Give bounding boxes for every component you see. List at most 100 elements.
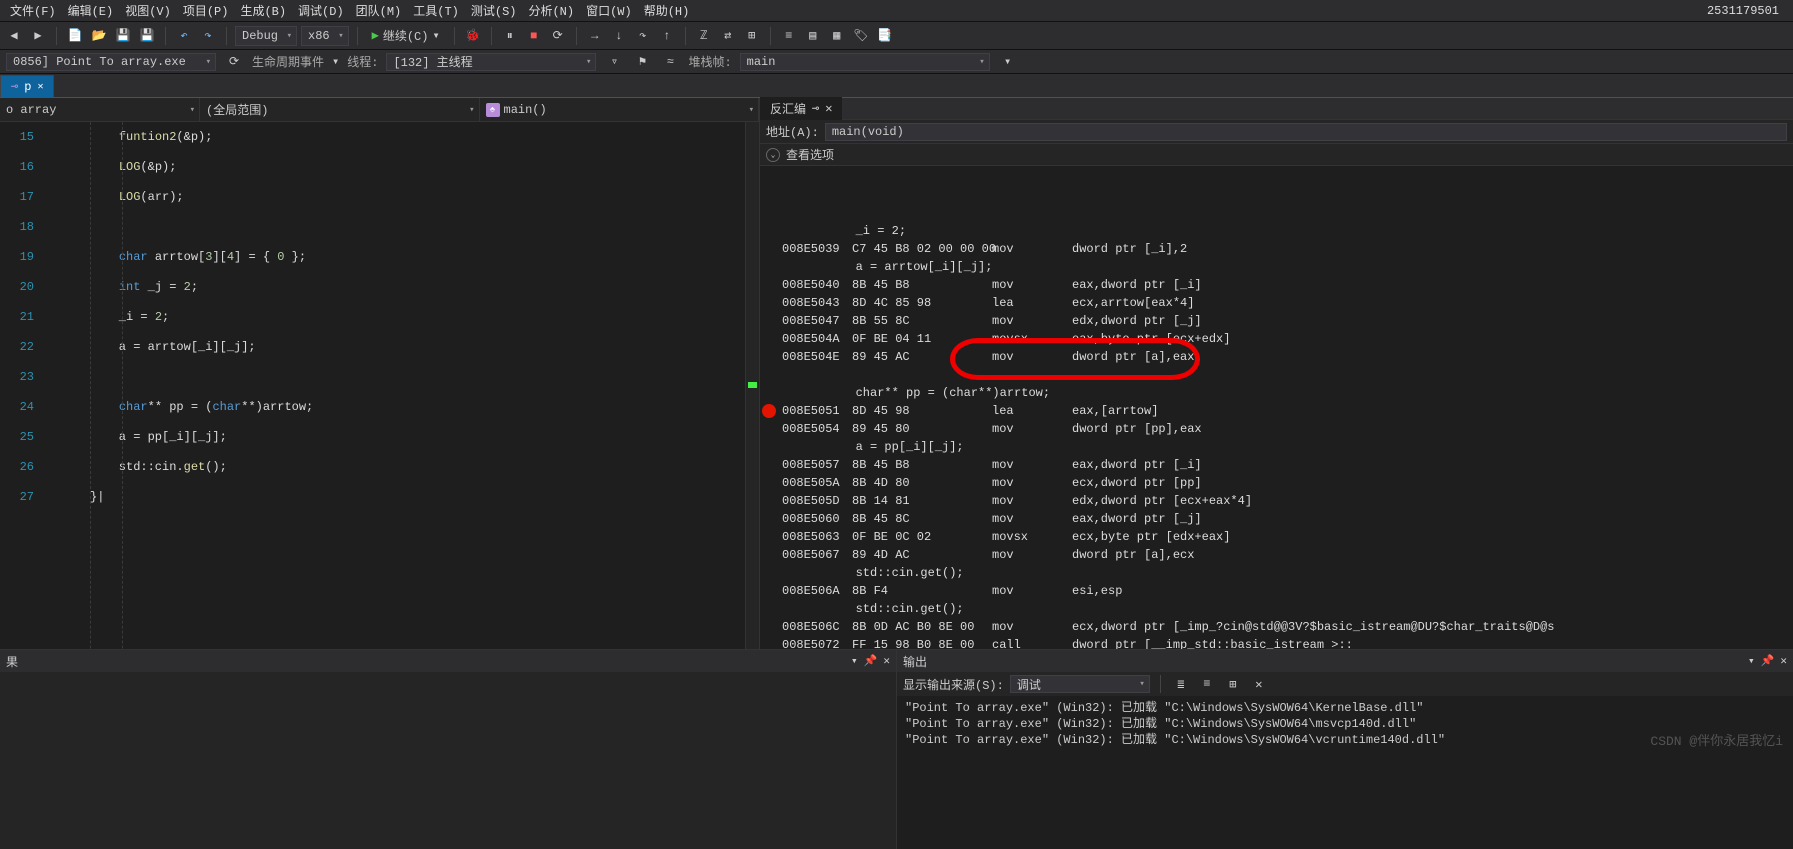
menu-window[interactable]: 窗口(W)	[580, 0, 638, 21]
lifecycle-label: 生命周期事件	[252, 53, 324, 70]
debug-icon[interactable]: 🐞	[463, 26, 483, 46]
document-tab-label: p	[24, 80, 31, 94]
menu-tools[interactable]: 工具(T)	[407, 0, 465, 21]
filter-icon[interactable]: ▿	[604, 52, 624, 72]
platform-combo[interactable]: x86	[301, 26, 349, 46]
disassembly-address-bar: 地址(A):	[760, 120, 1793, 144]
save-icon[interactable]: 💾	[113, 26, 133, 46]
menu-edit[interactable]: 编辑(E)	[62, 0, 120, 21]
menu-analyze[interactable]: 分析(N)	[522, 0, 580, 21]
panel-title-bar: 输出 ▾ 📌 ✕	[897, 650, 1793, 672]
undo-icon[interactable]: ↶	[174, 26, 194, 46]
separator	[770, 27, 771, 45]
tool-icon[interactable]: ≣	[1171, 674, 1191, 694]
step-next-icon[interactable]: →	[585, 26, 605, 46]
step-into-icon[interactable]: ↓	[609, 26, 629, 46]
menu-view[interactable]: 视图(V)	[119, 0, 177, 21]
back-icon[interactable]: ◀	[4, 26, 24, 46]
disassembly-tab[interactable]: 反汇编 ⊸ ✕	[760, 97, 842, 120]
clear-icon[interactable]: ✕	[1249, 674, 1269, 694]
menu-project[interactable]: 项目(P)	[177, 0, 235, 21]
continue-button[interactable]: ▶继续(C) ▾	[366, 26, 446, 46]
bookmark-icon[interactable]: 🏷	[851, 26, 871, 46]
pin-icon[interactable]: ⊸	[812, 101, 819, 116]
disassembly-tab-label: 反汇编	[770, 100, 806, 117]
tool-icon[interactable]: ≡	[779, 26, 799, 46]
menu-test[interactable]: 测试(S)	[465, 0, 523, 21]
tool-icon[interactable]: ⊞	[742, 26, 762, 46]
save-all-icon[interactable]: 💾	[137, 26, 157, 46]
step-out-icon[interactable]: ↑	[657, 26, 677, 46]
output-text[interactable]: "Point To array.exe" (Win32): 已加载 "C:\Wi…	[897, 696, 1793, 849]
redo-icon[interactable]: ↷	[198, 26, 218, 46]
forward-icon[interactable]: ▶	[28, 26, 48, 46]
menu-bar: 文件(F) 编辑(E) 视图(V) 项目(P) 生成(B) 调试(D) 团队(M…	[0, 0, 1793, 22]
menu-debug[interactable]: 调试(D)	[292, 0, 350, 21]
stack-label: 堆栈帧:	[688, 53, 731, 70]
continue-label: 继续(C)	[383, 27, 429, 44]
chevron-down-icon[interactable]: ⌄	[766, 148, 780, 162]
config-combo[interactable]: Debug	[235, 26, 297, 46]
separator	[685, 27, 686, 45]
tool-icon[interactable]: ≡	[1197, 674, 1217, 694]
flag-icon[interactable]: ⚑	[632, 52, 652, 72]
refresh-icon[interactable]: ⟳	[224, 52, 244, 72]
address-input[interactable]	[825, 123, 1787, 141]
thread-combo[interactable]: [132] 主线程	[386, 53, 596, 71]
play-icon: ▶	[372, 28, 379, 43]
bottom-left-panel: 果 ▾ 📌 ✕	[0, 650, 897, 849]
disassembly-tab-strip: 反汇编 ⊸ ✕	[760, 98, 1793, 120]
separator	[165, 27, 166, 45]
stop-icon[interactable]: ■	[524, 26, 544, 46]
main-toolbar: ◀ ▶ 📄 📂 💾 💾 ↶ ↷ Debug x86 ▶继续(C) ▾ 🐞 ⏸ ■…	[0, 22, 1793, 50]
scope-function[interactable]: ⬘main()	[480, 98, 760, 121]
separator	[357, 27, 358, 45]
output-source-label: 显示输出来源(S):	[903, 676, 1004, 693]
separator	[454, 27, 455, 45]
disassembly-options-bar: ⌄ 查看选项	[760, 144, 1793, 166]
stack-frame-combo[interactable]: main	[740, 53, 990, 71]
pin-icon[interactable]: 📌	[1761, 654, 1775, 668]
document-tab[interactable]: ⊸ p ✕	[0, 75, 54, 97]
tool-icon[interactable]: ▦	[827, 26, 847, 46]
scope-project[interactable]: o array	[0, 98, 200, 121]
process-combo[interactable]: 0856] Point To array.exe	[6, 53, 216, 71]
close-icon[interactable]: ✕	[825, 101, 832, 116]
close-panel-icon[interactable]: ✕	[1780, 654, 1787, 668]
tool-icon[interactable]: ▾	[998, 52, 1018, 72]
new-file-icon[interactable]: 📄	[65, 26, 85, 46]
separator	[491, 27, 492, 45]
step-over-icon[interactable]: ↷	[633, 26, 653, 46]
user-id: 2531179501	[1707, 4, 1789, 18]
pause-icon[interactable]: ⏸	[500, 26, 520, 46]
view-options-label[interactable]: 查看选项	[786, 146, 834, 163]
debug-location-toolbar: 0856] Point To array.exe ⟳ 生命周期事件▾ 线程: […	[0, 50, 1793, 74]
pin-icon[interactable]: 📌	[864, 654, 878, 668]
menu-build[interactable]: 生成(B)	[234, 0, 292, 21]
navigation-bar: o array (全局范围) ⬘main()	[0, 98, 759, 122]
output-panel: 输出 ▾ 📌 ✕ 显示输出来源(S): 调试 ≣ ≡ ⊞ ✕ "Point To…	[897, 650, 1793, 849]
tool-icon[interactable]: ⊞	[1223, 674, 1243, 694]
panel-title-label: 输出	[903, 653, 927, 670]
chev-up-icon[interactable]: ▾	[851, 654, 858, 668]
menu-file[interactable]: 文件(F)	[4, 0, 62, 21]
menu-team[interactable]: 团队(M)	[350, 0, 408, 21]
open-file-icon[interactable]: 📂	[89, 26, 109, 46]
menu-help[interactable]: 帮助(H)	[638, 0, 696, 21]
watermark: CSDN @伴你永居我忆i	[1650, 730, 1783, 749]
separator	[56, 27, 57, 45]
threads-icon[interactable]: ≈	[660, 52, 680, 72]
bottom-panels: 果 ▾ 📌 ✕ 输出 ▾ 📌 ✕ 显示输出来源(S): 调试 ≣ ≡ ⊞ ✕	[0, 649, 1793, 849]
tool-icon[interactable]: ℤ	[694, 26, 714, 46]
tool-icon[interactable]: 📑	[875, 26, 895, 46]
chev-up-icon[interactable]: ▾	[1748, 654, 1755, 668]
close-panel-icon[interactable]: ✕	[883, 654, 890, 668]
panel-title-bar: 果 ▾ 📌 ✕	[0, 650, 896, 672]
tool-icon[interactable]: ⇄	[718, 26, 738, 46]
tool-icon[interactable]: ▤	[803, 26, 823, 46]
close-icon[interactable]: ✕	[37, 81, 43, 93]
separator	[1160, 675, 1161, 693]
scope-scope[interactable]: (全局范围)	[200, 98, 480, 121]
restart-icon[interactable]: ⟳	[548, 26, 568, 46]
output-source-combo[interactable]: 调试	[1010, 675, 1150, 693]
